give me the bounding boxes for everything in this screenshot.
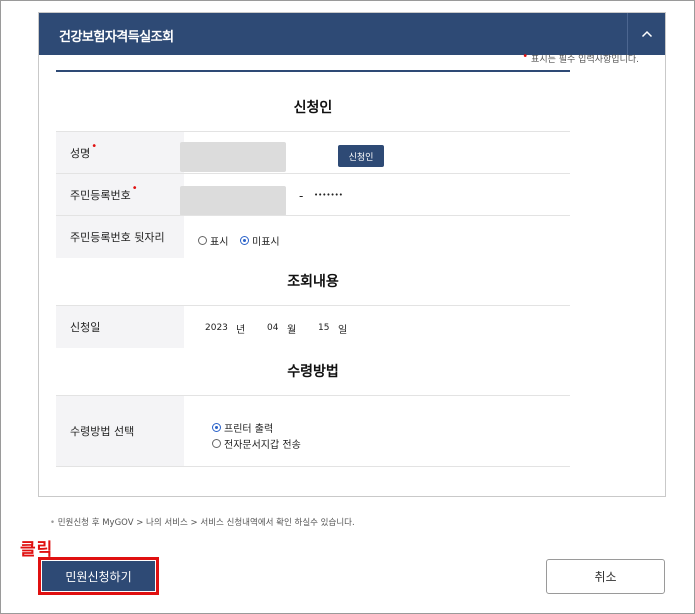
chevron-up-icon	[641, 30, 652, 38]
cancel-button[interactable]: 취소	[546, 559, 665, 594]
name-row: 성명 • 신청인	[56, 131, 570, 173]
required-mark: •	[522, 51, 529, 62]
rrn-row: 주민등록번호 • - •••••••	[56, 173, 570, 216]
rrn-label-text: 주민등록번호	[70, 188, 131, 202]
rrn-separator: -	[299, 189, 304, 203]
name-label: 성명 •	[56, 132, 184, 173]
rrn-back-label: 주민등록번호 뒷자리	[56, 216, 184, 258]
radio-print[interactable]	[212, 423, 221, 432]
panel-title: 건강보험자격득실조회	[59, 30, 174, 45]
radio-show[interactable]	[198, 236, 207, 245]
section-title-applicant: 신청인	[293, 100, 333, 116]
option-show-label: 표시	[210, 237, 229, 248]
option-hide-label: 미표시	[252, 237, 280, 248]
rrn-back-row: 주민등록번호 뒷자리 표시 미표시	[56, 215, 570, 258]
option-print-label: 프린터 출력	[224, 424, 274, 435]
year-value[interactable]: 2023	[205, 323, 228, 333]
required-note: • 표시는 필수 입력사항입니다.	[522, 51, 639, 65]
rrn-front-masked[interactable]	[180, 186, 286, 216]
radio-hide[interactable]	[240, 236, 249, 245]
option-show[interactable]: 표시	[198, 233, 228, 248]
rrn-back-label-text: 주민등록번호 뒷자리	[70, 231, 165, 244]
collapse-button[interactable]	[627, 13, 665, 55]
name-label-text: 성명	[70, 146, 91, 160]
applicant-button[interactable]: 신청인	[338, 145, 384, 167]
year-unit: 년	[236, 325, 246, 336]
method-label: 수령방법 선택	[56, 396, 184, 466]
date-row: 신청일 2023 년 04 월 15 일	[56, 305, 570, 348]
required-mark: •	[91, 141, 98, 152]
panel-header: 건강보험자격득실조회	[39, 13, 665, 55]
method-row: 수령방법 선택 프린터 출력 전자문서지갑 전송	[56, 395, 570, 467]
month-unit: 월	[287, 325, 297, 336]
rrn-label: 주민등록번호 •	[56, 174, 184, 215]
option-wallet-label: 전자문서지갑 전송	[224, 440, 301, 451]
method-label-text: 수령방법 선택	[70, 425, 135, 438]
day-value[interactable]: 15	[318, 323, 329, 333]
day-unit: 일	[338, 325, 348, 336]
date-label: 신청일	[56, 306, 184, 348]
required-mark: •	[131, 183, 138, 194]
section-divider	[56, 70, 570, 72]
option-hide[interactable]: 미표시	[240, 233, 280, 248]
footnote: • 민원신청 후 MyGOV > 나의 서비스 > 서비스 신청내역에서 확인 …	[50, 516, 355, 528]
footnote-bullet: •	[50, 518, 56, 528]
footnote-text: 민원신청 후 MyGOV > 나의 서비스 > 서비스 신청내역에서 확인 하실…	[57, 518, 355, 528]
name-field-masked[interactable]	[180, 142, 286, 172]
section-title-inquiry: 조회내용	[287, 274, 339, 290]
required-note-text: 표시는 필수 입력사항입니다.	[531, 55, 639, 65]
option-wallet[interactable]: 전자문서지갑 전송	[212, 436, 301, 451]
month-value[interactable]: 04	[267, 323, 278, 333]
rrn-back-masked: •••••••	[314, 191, 343, 199]
section-title-receipt: 수령방법	[287, 364, 339, 380]
apply-button[interactable]: 민원신청하기	[42, 561, 155, 591]
option-print[interactable]: 프린터 출력	[212, 420, 273, 435]
date-label-text: 신청일	[70, 321, 101, 334]
radio-wallet[interactable]	[212, 439, 221, 448]
